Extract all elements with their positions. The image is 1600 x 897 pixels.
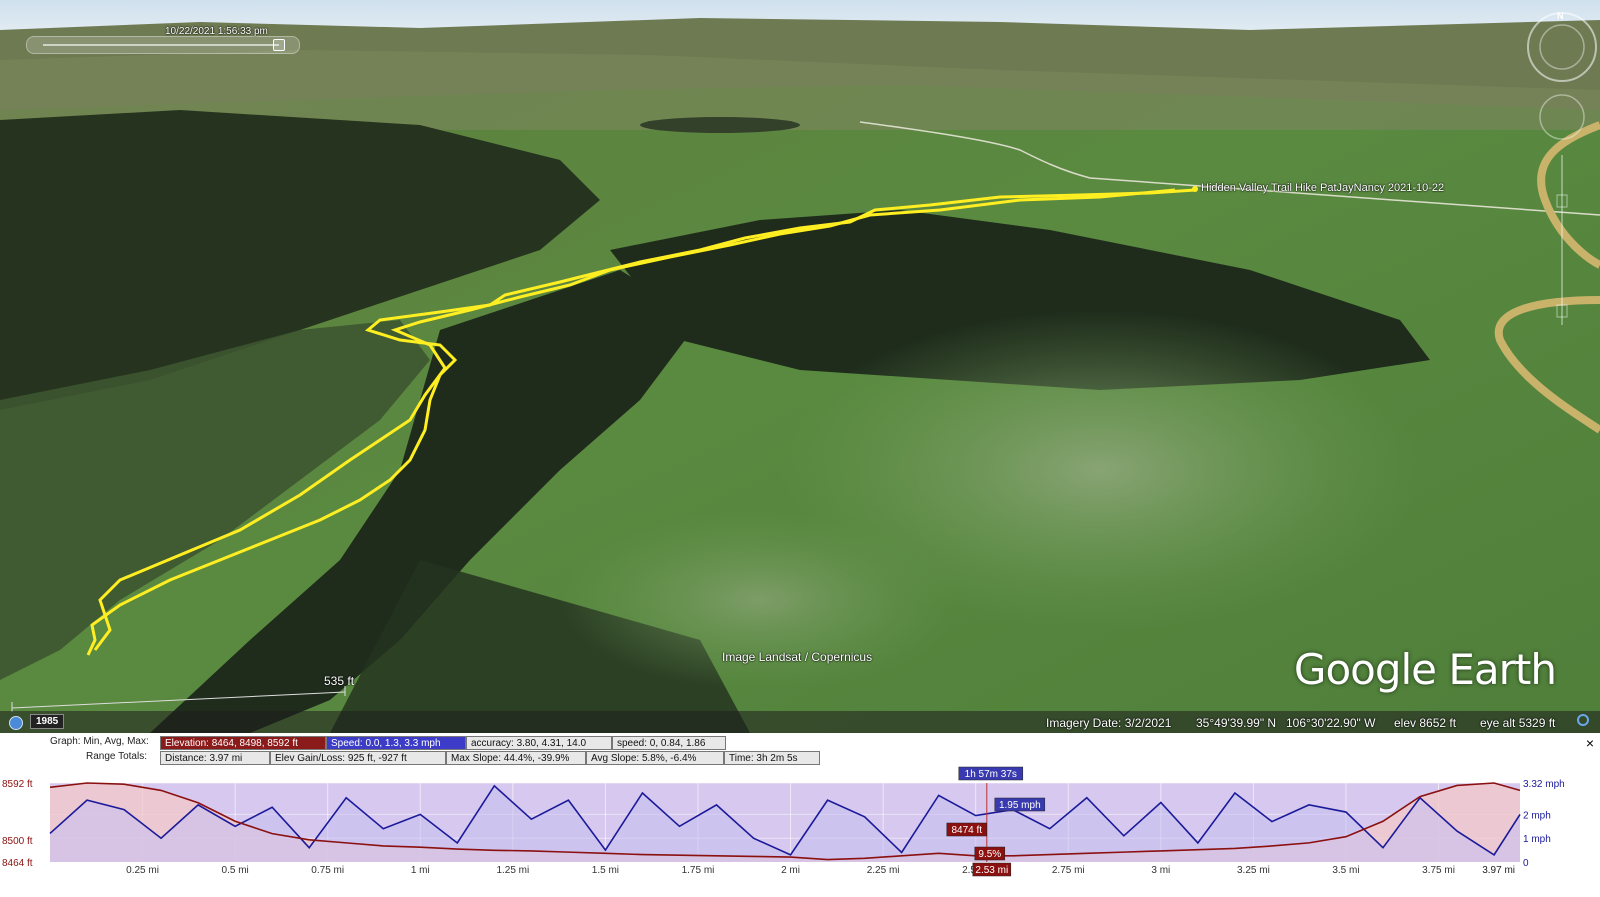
speed-custom-stats[interactable]: speed: 0, 0.84, 1.86	[612, 736, 726, 750]
time-total: Time: 3h 2m 5s	[724, 751, 820, 765]
y-right-tick-label: 0	[1523, 858, 1529, 869]
time-label: 10/22/2021 1:56:33 pm	[165, 26, 268, 37]
x-tick-label: 3 mi	[1151, 865, 1170, 876]
latitude-readout: 35°49'39.99" N	[1196, 716, 1277, 730]
x-tick-label: 0.25 mi	[126, 865, 159, 876]
avg-slope-total: Avg Slope: 5.8%, -6.4%	[586, 751, 724, 765]
range-totals-label: Range Totals:	[86, 751, 147, 762]
close-profile-button[interactable]: ×	[1586, 735, 1594, 751]
loading-indicator-icon	[1577, 714, 1589, 726]
imagery-date: Imagery Date: 3/2/2021	[1046, 716, 1172, 730]
y-left-tick-label: 8500 ft	[2, 836, 33, 847]
max-slope-total: Max Slope: 44.4%, -39.9%	[446, 751, 586, 765]
x-tick-label: 1 mi	[411, 865, 430, 876]
navigation-controls: N	[1520, 5, 1600, 335]
elevation-profile-chart[interactable]: 8592 ft 8500 ft 8464 ft 3.32 mph 2 mph 1 mph 0…	[0, 765, 1600, 897]
time-slider[interactable]	[26, 36, 300, 54]
image-credit: Image Landsat / Copernicus	[722, 650, 873, 664]
elevation-readout: elev 8652 ft	[1394, 716, 1457, 730]
time-slider-track	[43, 44, 279, 46]
compass-north-label: N	[1557, 11, 1564, 21]
cursor-elevation-label: 8474 ft	[952, 825, 983, 836]
placemark-label[interactable]: Hidden Valley Trail Hike PatJayNancy 202…	[1201, 182, 1444, 194]
y-right-tick-label: 2 mph	[1523, 810, 1551, 821]
eye-alt-readout: eye alt 5329 ft	[1480, 716, 1556, 730]
y-right-tick-label: 3.32 mph	[1523, 779, 1565, 790]
x-tick-label: 1.75 mi	[682, 865, 715, 876]
elevation-stats[interactable]: Elevation: 8464, 8498, 8592 ft	[160, 736, 326, 750]
y-left-tick-label: 8464 ft	[2, 858, 33, 869]
x-tick-label: 0.5 mi	[222, 865, 249, 876]
look-joystick[interactable]	[1539, 94, 1585, 140]
time-slider-knob[interactable]	[273, 39, 285, 51]
x-tick-label: 3.75 mi	[1422, 865, 1455, 876]
graph-stats-label: Graph: Min, Avg, Max:	[50, 736, 149, 747]
x-tick-label: 3.5 mi	[1332, 865, 1359, 876]
elev-gain-loss-total: Elev Gain/Loss: 925 ft, -927 ft	[270, 751, 446, 765]
cursor-distance-label: 2.53 mi	[975, 865, 1008, 876]
range-totals-row: Range Totals: Distance: 3.97 mi Elev Gai…	[0, 751, 1600, 766]
graph-stats-row: Graph: Min, Avg, Max: Elevation: 8464, 8…	[0, 736, 1600, 751]
distance-total: Distance: 3.97 mi	[160, 751, 270, 765]
longitude-readout: 106°30'22.90" W	[1286, 716, 1376, 730]
x-tick-label: 0.75 mi	[311, 865, 344, 876]
x-end-label: 3.97 mi	[1482, 865, 1515, 876]
google-earth-logo: Google Earth	[1293, 645, 1557, 694]
cursor-speed-label: 1.95 mph	[999, 800, 1041, 811]
x-tick-label: 2.75 mi	[1052, 865, 1085, 876]
x-tick-label: 1.25 mi	[496, 865, 529, 876]
speed-stats[interactable]: Speed: 0.0, 1.3, 3.3 mph	[326, 736, 466, 750]
y-left-tick-label: 8592 ft	[2, 779, 33, 790]
historical-imagery-icon[interactable]	[9, 716, 23, 730]
cursor-time-label: 1h 57m 37s	[965, 769, 1017, 780]
accuracy-stats[interactable]: accuracy: 3.80, 4.31, 14.0	[466, 736, 612, 750]
compass-ring[interactable]	[1527, 12, 1597, 82]
x-tick-label: 3.25 mi	[1237, 865, 1270, 876]
map-3d-view[interactable]: 10/22/2021 1:56:33 pm Hidden Valley Trai…	[0, 0, 1600, 733]
historical-year-badge[interactable]: 1985	[30, 714, 65, 729]
x-tick-label: 2 mi	[781, 865, 800, 876]
x-tick-label: 1.5 mi	[592, 865, 619, 876]
scale-label: 535 ft	[324, 674, 355, 688]
x-tick-label: 2.25 mi	[867, 865, 900, 876]
y-right-tick-label: 1 mph	[1523, 834, 1551, 845]
terrain-imagery	[0, 0, 1600, 733]
nav-controls-graphic: N	[1527, 11, 1597, 325]
status-bar: Imagery Date: 3/2/2021 35°49'39.99" N 10…	[0, 711, 1600, 733]
cursor-slope-label: 9.5%	[978, 849, 1001, 860]
